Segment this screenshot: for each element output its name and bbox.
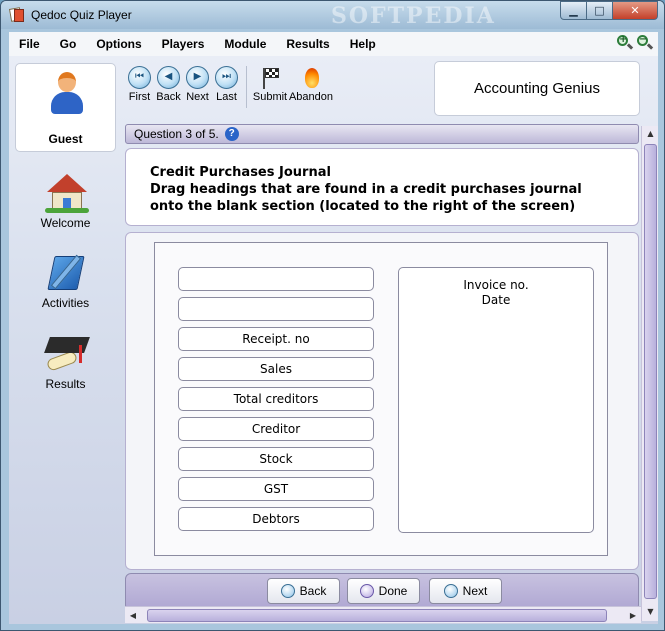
title-bar[interactable]: Qedoc Quiz Player SOFTPEDIA ▁ □ ✕ xyxy=(1,1,664,29)
menu-file[interactable]: File xyxy=(9,37,50,51)
heading-slot[interactable] xyxy=(178,297,374,321)
drag-drop-area: Receipt. no Sales Total creditors Credit… xyxy=(125,232,639,570)
maximize-icon: □ xyxy=(594,4,605,17)
first-button[interactable]: ⏮ First xyxy=(125,66,154,108)
client-area: Guest Welcome Activities Results ⏮ First… xyxy=(9,56,658,624)
heading-slot[interactable]: Creditor xyxy=(178,417,374,441)
heading-slot[interactable]: Receipt. no xyxy=(178,327,374,351)
heading-slot[interactable]: Debtors xyxy=(178,507,374,531)
nav-back-button[interactable]: Back xyxy=(267,578,340,604)
dropped-heading[interactable]: Date xyxy=(399,293,593,308)
last-label: Last xyxy=(216,91,237,103)
scroll-right-icon[interactable]: ▶ xyxy=(625,607,641,624)
abandon-button[interactable]: Abandon xyxy=(288,66,334,108)
sidebar-item-activities[interactable]: Activities xyxy=(15,252,116,310)
next-label: Next xyxy=(186,91,209,103)
user-avatar-icon xyxy=(51,72,83,116)
menu-options[interactable]: Options xyxy=(86,37,151,51)
window-title: Qedoc Quiz Player xyxy=(31,8,132,22)
house-icon xyxy=(43,172,89,214)
vertical-scroll-thumb[interactable] xyxy=(644,144,657,599)
menu-results[interactable]: Results xyxy=(276,37,339,51)
horizontal-scrollbar[interactable]: ◀ ▶ xyxy=(125,606,641,623)
checkered-flag-icon xyxy=(259,66,282,89)
toolbar: ⏮ First ◀ Back ▶ Next ⏭ Last Submit Aban… xyxy=(125,66,334,108)
app-window: Qedoc Quiz Player SOFTPEDIA ▁ □ ✕ File G… xyxy=(0,0,665,631)
vertical-scrollbar[interactable]: ▲ ▼ xyxy=(641,126,658,621)
menu-bar: File Go Options Players Module Results H… xyxy=(9,32,658,56)
app-icon xyxy=(8,7,25,23)
nav-done-label: Done xyxy=(378,584,408,598)
question-instruction: Drag headings that are found in a credit… xyxy=(150,182,582,214)
dropped-heading[interactable]: Invoice no. xyxy=(399,278,593,293)
next-button[interactable]: ▶ Next xyxy=(183,66,212,108)
close-button[interactable]: ✕ xyxy=(613,1,658,20)
heading-slot[interactable]: Sales xyxy=(178,357,374,381)
drag-drop-frame: Receipt. no Sales Total creditors Credit… xyxy=(154,242,608,556)
menu-help[interactable]: Help xyxy=(340,37,386,51)
toolbar-separator xyxy=(246,66,247,108)
last-button[interactable]: ⏭ Last xyxy=(212,66,241,108)
user-panel[interactable]: Guest xyxy=(15,63,116,152)
back-icon xyxy=(280,584,295,598)
scroll-up-icon[interactable]: ▲ xyxy=(642,126,659,142)
question-counter: Question 3 of 5. xyxy=(134,127,219,141)
sidebar-item-label: Activities xyxy=(41,296,90,310)
next-icon: ▶ xyxy=(186,66,209,89)
submit-button[interactable]: Submit xyxy=(252,66,288,108)
user-name: Guest xyxy=(48,132,83,146)
book-pen-icon xyxy=(43,252,89,294)
nav-back-label: Back xyxy=(299,584,327,598)
close-icon: ✕ xyxy=(630,4,640,17)
scroll-down-icon[interactable]: ▼ xyxy=(642,604,659,620)
last-icon: ⏭ xyxy=(215,66,238,89)
help-icon[interactable]: ? xyxy=(224,127,239,141)
softpedia-watermark: SOFTPEDIA xyxy=(331,3,496,29)
graduation-cap-icon xyxy=(43,333,90,375)
answer-dropzone[interactable]: Invoice no. Date xyxy=(398,267,594,533)
back-button[interactable]: ◀ Back xyxy=(154,66,183,108)
menu-go[interactable]: Go xyxy=(50,37,87,51)
sidebar-item-label: Welcome xyxy=(40,216,91,230)
next-icon xyxy=(443,584,458,598)
menu-module[interactable]: Module xyxy=(214,37,276,51)
horizontal-scroll-thumb[interactable] xyxy=(147,609,607,622)
sidebar-item-welcome[interactable]: Welcome xyxy=(15,172,116,230)
minimize-button[interactable]: ▁ xyxy=(560,1,587,20)
module-title: Accounting Genius xyxy=(434,61,640,116)
done-icon xyxy=(359,584,374,598)
zoom-in-icon[interactable]: + xyxy=(617,34,634,51)
heading-slot[interactable]: GST xyxy=(178,477,374,501)
question-title: Credit Purchases Journal xyxy=(150,165,331,180)
minimize-icon: ▁ xyxy=(569,4,578,17)
nav-next-button[interactable]: Next xyxy=(429,578,502,604)
nav-done-button[interactable]: Done xyxy=(347,578,420,604)
sidebar-item-label: Results xyxy=(45,377,86,391)
zoom-out-icon[interactable]: − xyxy=(637,34,654,51)
abandon-label: Abandon xyxy=(288,91,334,103)
fire-icon xyxy=(300,66,323,89)
menu-players[interactable]: Players xyxy=(152,37,215,51)
heading-slot[interactable] xyxy=(178,267,374,291)
heading-slot[interactable]: Total creditors xyxy=(178,387,374,411)
nav-next-label: Next xyxy=(462,584,488,598)
back-label: Back xyxy=(156,91,181,103)
question-header: Question 3 of 5. ? xyxy=(125,124,639,144)
first-label: First xyxy=(128,91,151,103)
sidebar-item-results[interactable]: Results xyxy=(15,333,116,391)
question-text-panel: Credit Purchases Journal Drag headings t… xyxy=(125,148,639,226)
back-icon: ◀ xyxy=(157,66,180,89)
heading-slot[interactable]: Stock xyxy=(178,447,374,471)
submit-label: Submit xyxy=(252,91,288,103)
scroll-left-icon[interactable]: ◀ xyxy=(125,607,141,624)
first-icon: ⏮ xyxy=(128,66,151,89)
maximize-button[interactable]: □ xyxy=(587,1,613,20)
